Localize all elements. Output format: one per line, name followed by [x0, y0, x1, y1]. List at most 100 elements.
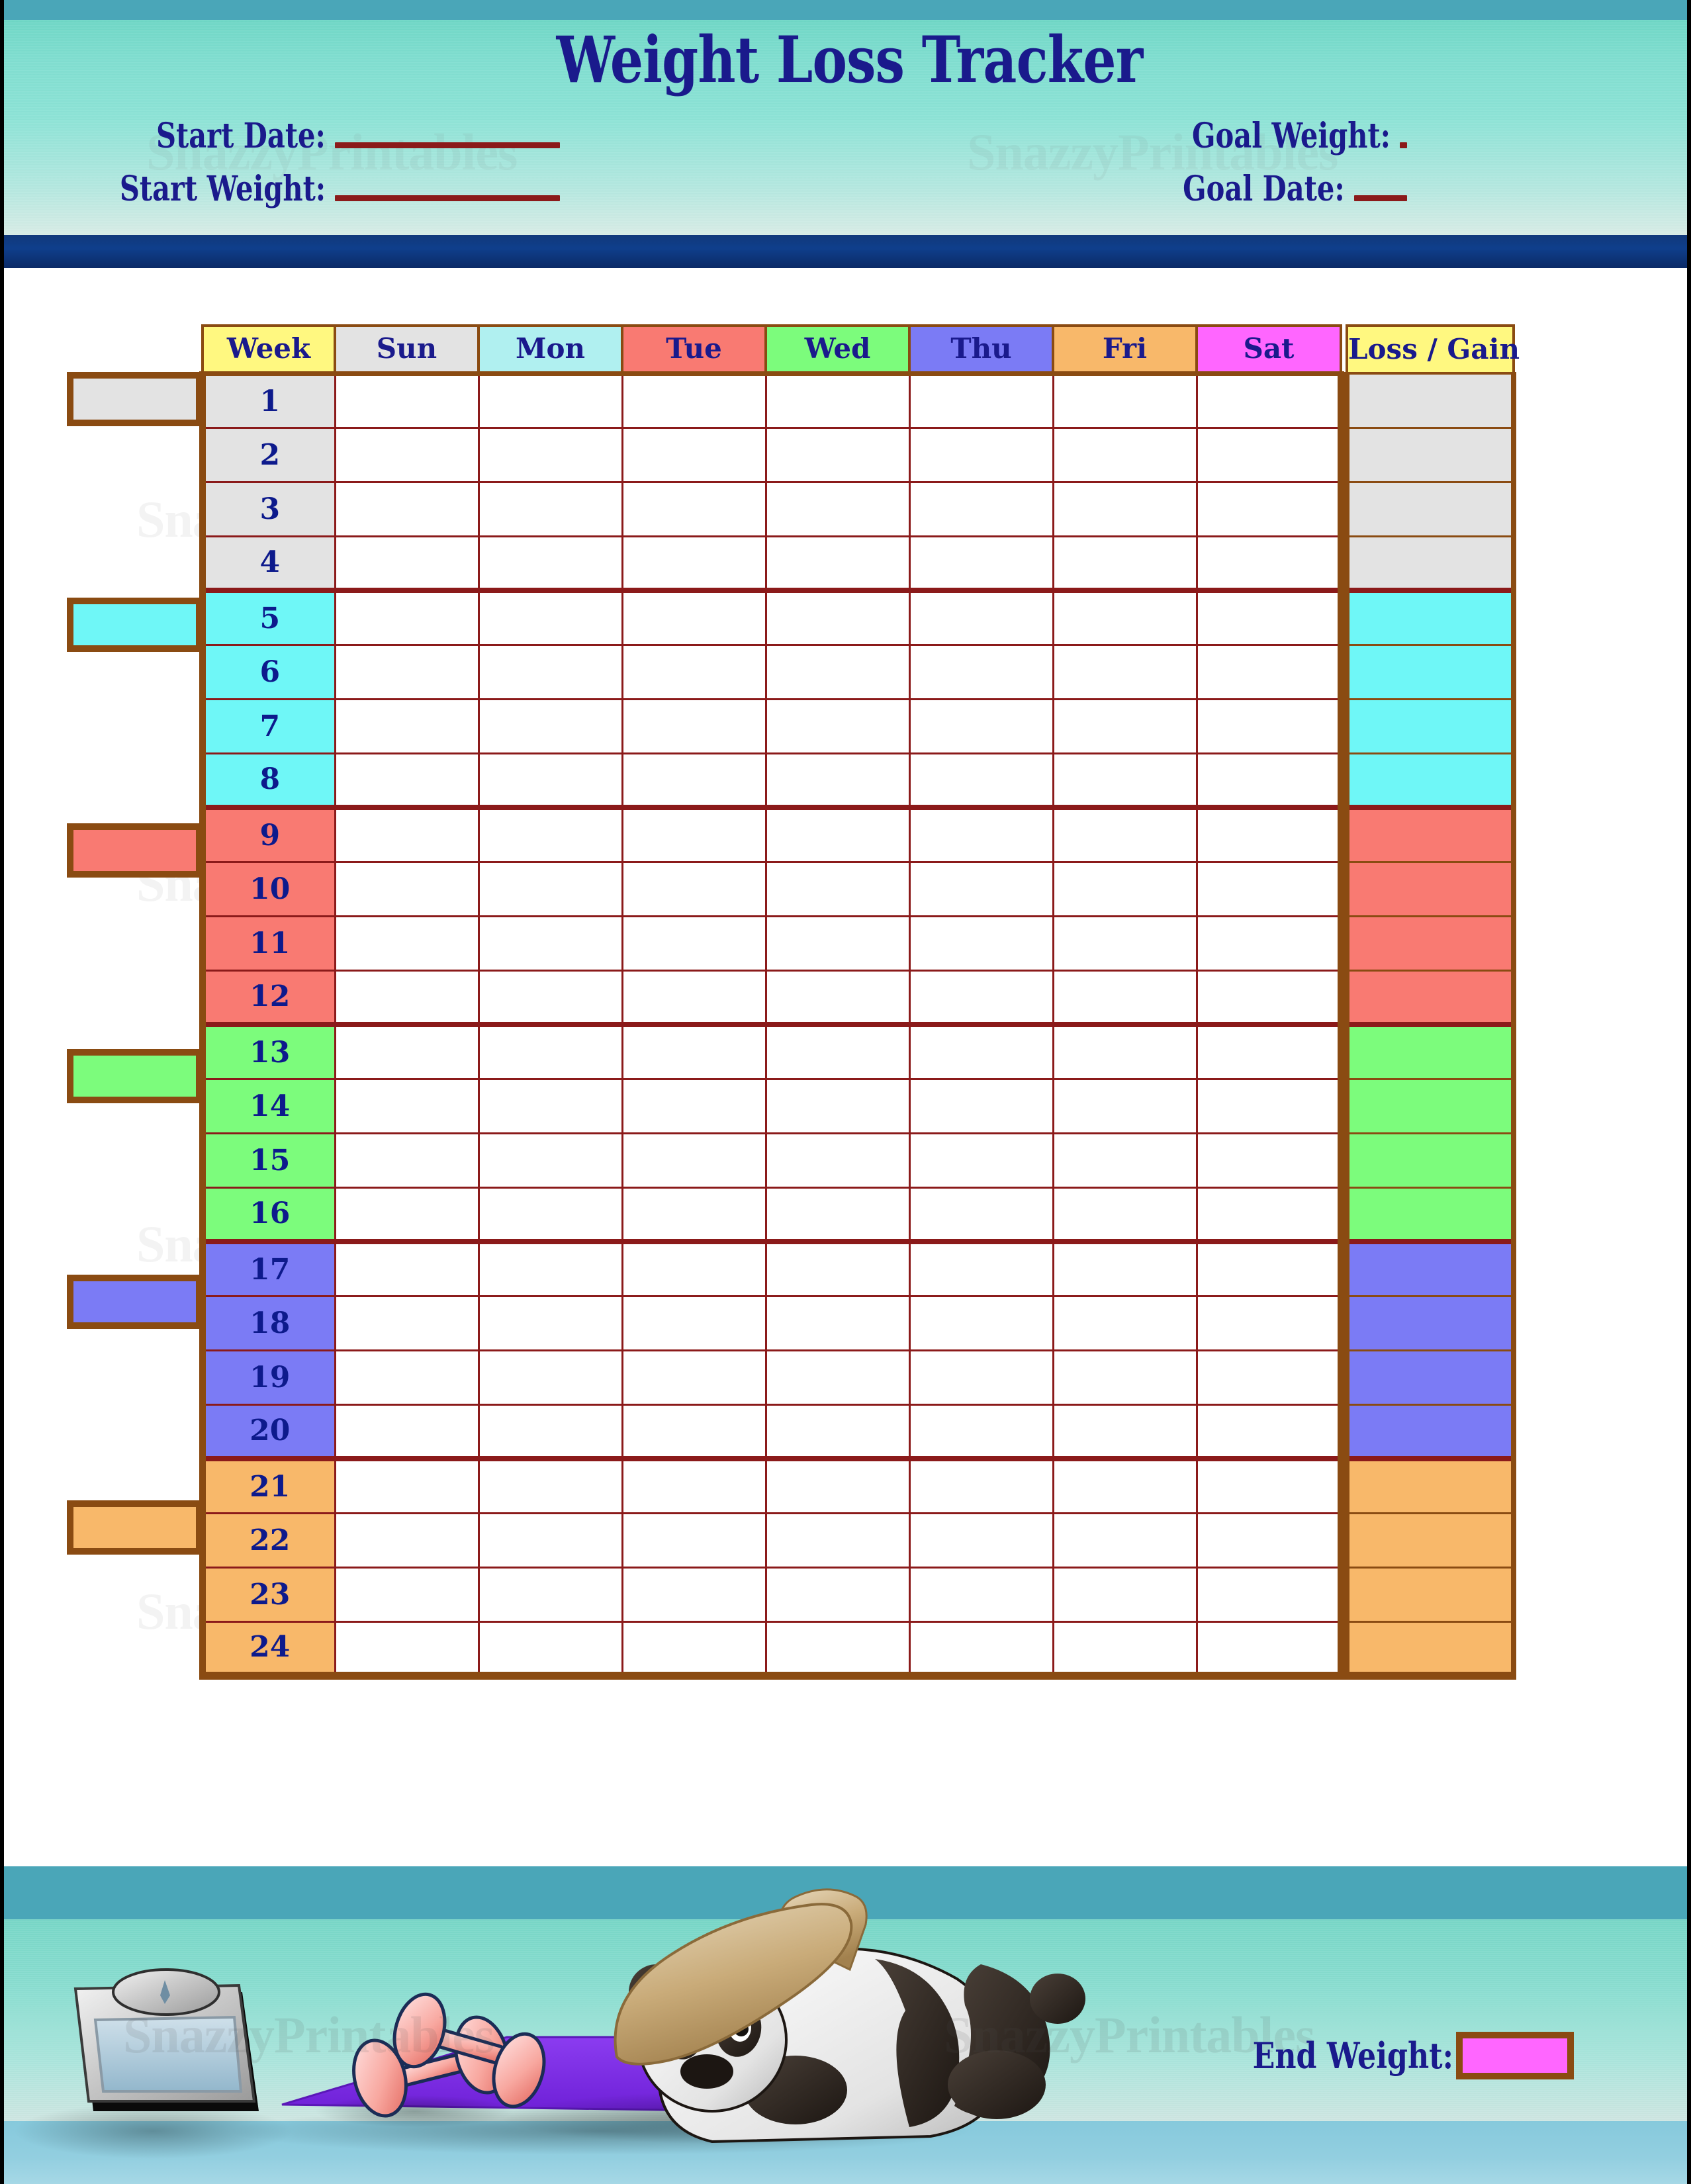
day-entry-cell[interactable] [1052, 1456, 1198, 1514]
day-entry-cell[interactable] [1052, 915, 1198, 972]
day-entry-cell[interactable] [621, 805, 767, 863]
day-entry-cell[interactable] [908, 372, 1054, 429]
day-entry-cell[interactable] [334, 1566, 480, 1623]
day-entry-cell[interactable] [621, 535, 767, 592]
day-entry-cell[interactable] [764, 588, 911, 646]
day-entry-cell[interactable] [1195, 1239, 1344, 1297]
loss-gain-entry-cell[interactable] [1344, 1186, 1516, 1243]
day-entry-cell[interactable] [1052, 752, 1198, 809]
day-entry-cell[interactable] [477, 1512, 623, 1569]
day-entry-cell[interactable] [477, 752, 623, 809]
loss-gain-entry-cell[interactable] [1344, 535, 1516, 592]
day-entry-cell[interactable] [908, 1077, 1054, 1134]
loss-gain-entry-cell[interactable] [1344, 480, 1516, 537]
day-entry-cell[interactable] [908, 1239, 1054, 1297]
day-entry-cell[interactable] [477, 1403, 623, 1460]
day-entry-cell[interactable] [908, 915, 1054, 972]
day-entry-cell[interactable] [764, 915, 911, 972]
day-entry-cell[interactable] [477, 588, 623, 646]
day-entry-cell[interactable] [908, 752, 1054, 809]
day-entry-cell[interactable] [334, 1186, 480, 1243]
goal-weight-writeline[interactable] [1400, 142, 1407, 148]
day-entry-cell[interactable] [334, 1349, 480, 1406]
day-entry-cell[interactable] [1052, 1239, 1198, 1297]
day-entry-cell[interactable] [477, 1349, 623, 1406]
loss-gain-entry-cell[interactable] [1344, 969, 1516, 1026]
day-entry-cell[interactable] [621, 1620, 767, 1680]
day-entry-cell[interactable] [764, 643, 911, 700]
day-entry-cell[interactable] [764, 480, 911, 537]
day-entry-cell[interactable] [621, 1349, 767, 1406]
day-entry-cell[interactable] [1052, 588, 1198, 646]
day-entry-cell[interactable] [477, 1186, 623, 1243]
day-entry-cell[interactable] [477, 1566, 623, 1623]
loss-gain-entry-cell[interactable] [1344, 1239, 1516, 1297]
goal-date-writeline[interactable] [1353, 195, 1407, 201]
start-date-field[interactable]: Start Date: [4, 116, 560, 156]
day-entry-cell[interactable] [908, 1566, 1054, 1623]
day-entry-cell[interactable] [908, 698, 1054, 754]
day-entry-cell[interactable] [334, 698, 480, 754]
day-entry-cell[interactable] [1195, 1349, 1344, 1406]
loss-gain-entry-cell[interactable] [1344, 1512, 1516, 1569]
day-entry-cell[interactable] [908, 1403, 1054, 1460]
day-entry-cell[interactable] [764, 535, 911, 592]
day-entry-cell[interactable] [621, 426, 767, 483]
day-entry-cell[interactable] [477, 1077, 623, 1134]
day-entry-cell[interactable] [908, 860, 1054, 917]
loss-gain-entry-cell[interactable] [1344, 1295, 1516, 1351]
day-entry-cell[interactable] [477, 480, 623, 537]
day-entry-cell[interactable] [621, 1077, 767, 1134]
day-entry-cell[interactable] [621, 915, 767, 972]
loss-gain-entry-cell[interactable] [1344, 1022, 1516, 1080]
day-entry-cell[interactable] [477, 535, 623, 592]
day-entry-cell[interactable] [621, 588, 767, 646]
start-date-writeline[interactable] [335, 142, 560, 148]
loss-gain-entry-cell[interactable] [1344, 1132, 1516, 1189]
day-entry-cell[interactable] [1195, 969, 1344, 1026]
day-entry-cell[interactable] [1052, 535, 1198, 592]
day-entry-cell[interactable] [1052, 426, 1198, 483]
day-entry-cell[interactable] [908, 1620, 1054, 1680]
day-entry-cell[interactable] [1195, 805, 1344, 863]
day-entry-cell[interactable] [1052, 480, 1198, 537]
day-entry-cell[interactable] [334, 1022, 480, 1080]
day-entry-cell[interactable] [1195, 1456, 1344, 1514]
day-entry-cell[interactable] [1052, 1620, 1198, 1680]
day-entry-cell[interactable] [477, 372, 623, 429]
day-entry-cell[interactable] [621, 1456, 767, 1514]
day-entry-cell[interactable] [621, 1132, 767, 1189]
day-entry-cell[interactable] [621, 1295, 767, 1351]
day-entry-cell[interactable] [908, 1186, 1054, 1243]
day-entry-cell[interactable] [334, 915, 480, 972]
day-entry-cell[interactable] [477, 1022, 623, 1080]
day-entry-cell[interactable] [764, 1512, 911, 1569]
day-entry-cell[interactable] [1195, 1295, 1344, 1351]
loss-gain-entry-cell[interactable] [1344, 1349, 1516, 1406]
day-entry-cell[interactable] [1052, 969, 1198, 1026]
day-entry-cell[interactable] [1195, 643, 1344, 700]
day-entry-cell[interactable] [908, 969, 1054, 1026]
day-entry-cell[interactable] [1052, 1132, 1198, 1189]
day-entry-cell[interactable] [908, 1456, 1054, 1514]
day-entry-cell[interactable] [764, 372, 911, 429]
day-entry-cell[interactable] [908, 805, 1054, 863]
day-entry-cell[interactable] [1052, 698, 1198, 754]
day-entry-cell[interactable] [764, 1077, 911, 1134]
day-entry-cell[interactable] [1052, 1403, 1198, 1460]
day-entry-cell[interactable] [334, 805, 480, 863]
day-entry-cell[interactable] [621, 480, 767, 537]
day-entry-cell[interactable] [621, 372, 767, 429]
day-entry-cell[interactable] [334, 1077, 480, 1134]
loss-gain-entry-cell[interactable] [1344, 698, 1516, 754]
day-entry-cell[interactable] [477, 860, 623, 917]
day-entry-cell[interactable] [334, 1620, 480, 1680]
day-entry-cell[interactable] [477, 805, 623, 863]
day-entry-cell[interactable] [621, 969, 767, 1026]
day-entry-cell[interactable] [908, 426, 1054, 483]
loss-gain-entry-cell[interactable] [1344, 1456, 1516, 1514]
day-entry-cell[interactable] [334, 1403, 480, 1460]
day-entry-cell[interactable] [477, 915, 623, 972]
day-entry-cell[interactable] [621, 1566, 767, 1623]
day-entry-cell[interactable] [621, 698, 767, 754]
